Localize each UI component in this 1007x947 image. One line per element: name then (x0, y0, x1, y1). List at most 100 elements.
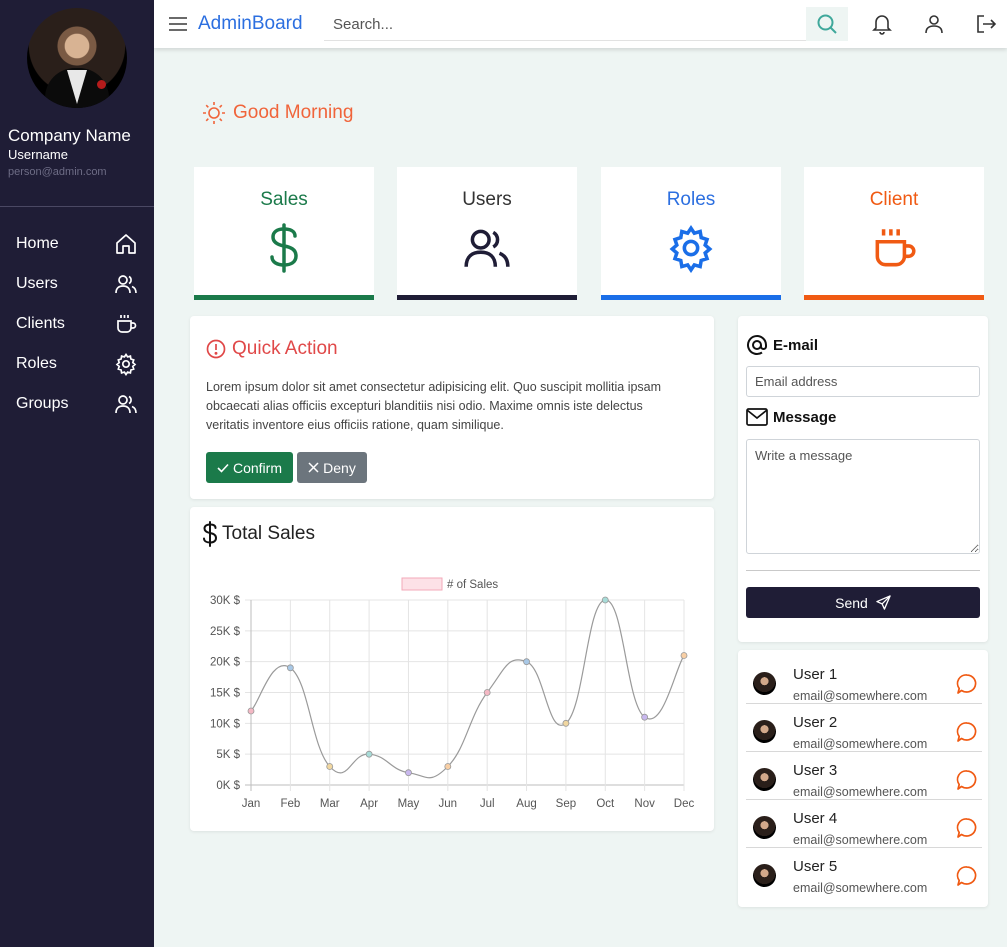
data-point (680, 652, 688, 659)
dollar-icon (270, 223, 298, 273)
company-name: Company Name (8, 126, 131, 145)
search-icon (817, 14, 837, 34)
list-item[interactable]: User 4 email@somewhere.com (746, 800, 982, 848)
search-button[interactable] (806, 7, 848, 41)
email-field[interactable] (746, 366, 980, 397)
avatar (753, 672, 776, 695)
sidebar-item-roles[interactable]: Roles (0, 344, 154, 384)
user-name: User 3 (793, 762, 838, 779)
x-tick-label: Jun (439, 798, 458, 810)
quick-action-title-text: Quick Action (232, 338, 338, 359)
sidebar-item-clients[interactable]: Clients (0, 304, 154, 344)
avatar (753, 816, 776, 839)
at-icon (747, 335, 767, 355)
quick-action-panel: Quick Action Lorem ipsum dolor sit amet … (190, 316, 714, 499)
sidebar-item-users[interactable]: Users (0, 264, 154, 304)
data-point (286, 664, 294, 672)
message-field[interactable] (746, 439, 980, 554)
series-line (250, 599, 685, 779)
x-tick-label: Dec (674, 798, 695, 810)
data-point (247, 707, 255, 715)
list-item[interactable]: User 2 email@somewhere.com (746, 704, 982, 752)
sidebar-item-label: Clients (16, 315, 65, 332)
sidebar-item-home[interactable]: Home (0, 224, 154, 264)
list-item[interactable]: User 5 email@somewhere.com (746, 848, 982, 896)
topbar: AdminBoard (154, 0, 1007, 48)
users-icon (115, 275, 137, 294)
home-icon (116, 234, 136, 254)
greeting: Good Morning (202, 101, 353, 125)
chat-icon[interactable] (956, 817, 978, 839)
card-users[interactable]: Users (397, 167, 577, 300)
confirm-button[interactable]: Confirm (206, 452, 293, 483)
check-icon (217, 463, 229, 473)
user-name: User 2 (793, 714, 838, 731)
gear-icon (669, 225, 713, 273)
data-point (601, 596, 609, 604)
x-tick-label: May (398, 798, 420, 810)
list-item[interactable]: User 3 email@somewhere.com (746, 752, 982, 800)
chat-icon[interactable] (956, 721, 978, 743)
sidebar-item-label: Users (16, 275, 58, 292)
send-button[interactable]: Send (746, 587, 980, 618)
menu-icon[interactable] (168, 14, 188, 34)
card-accent-bar (194, 295, 374, 300)
user-email: email@somewhere.com (793, 881, 928, 895)
x-tick-label: Jul (480, 798, 495, 810)
greeting-text: Good Morning (233, 102, 354, 123)
logout-icon[interactable] (975, 13, 997, 35)
sun-icon (203, 102, 225, 124)
y-tick-label: 20K $ (210, 657, 241, 669)
user-email: email@somewhere.com (793, 833, 928, 847)
avatar (753, 864, 776, 887)
card-client[interactable]: Client (804, 167, 984, 300)
user-name: User 1 (793, 666, 838, 683)
profile-avatar[interactable] (27, 8, 127, 108)
card-roles[interactable]: Roles (601, 167, 781, 300)
legend-swatch (401, 577, 443, 591)
gear-icon (115, 352, 137, 376)
email-label-text: E-mail (773, 336, 819, 354)
legend-label: # of Sales (447, 579, 498, 591)
user-icon[interactable] (924, 13, 944, 35)
card-title: Sales (260, 189, 308, 210)
card-title: Users (462, 189, 512, 210)
message-label: Message (746, 408, 836, 426)
form-divider (746, 570, 980, 571)
alert-icon (206, 339, 226, 359)
avatar (753, 720, 776, 743)
brand-title[interactable]: AdminBoard (198, 13, 303, 35)
sidebar-item-groups[interactable]: Groups (0, 384, 154, 424)
user-email: person@admin.com (8, 166, 107, 178)
y-tick-label: 0K $ (216, 780, 240, 792)
sidebar-divider (0, 206, 154, 207)
card-title: Client (869, 189, 919, 210)
search-input[interactable] (324, 9, 846, 41)
card-sales[interactable]: Sales (194, 167, 374, 300)
email-label: E-mail (746, 334, 818, 356)
message-panel: E-mail Message Send (738, 316, 988, 642)
list-item[interactable]: User 1 email@somewhere.com (746, 656, 982, 704)
y-tick-label: 5K $ (216, 749, 240, 761)
data-point (405, 769, 412, 777)
users-icon (464, 229, 510, 267)
user-email: email@somewhere.com (793, 689, 928, 703)
card-title: Roles (666, 189, 716, 210)
send-label: Send (835, 594, 868, 611)
bell-icon[interactable] (872, 13, 892, 35)
data-point (365, 750, 373, 758)
card-accent-bar (397, 295, 577, 300)
y-tick-label: 10K $ (210, 718, 241, 730)
chat-icon[interactable] (956, 865, 978, 887)
message-label-text: Message (773, 408, 837, 426)
total-sales-panel: Total Sales 30K $25K $20K $15K $10K $5K … (190, 507, 714, 831)
chat-icon[interactable] (956, 673, 978, 695)
user-name: User 5 (793, 858, 838, 875)
x-tick-label: Apr (360, 798, 378, 810)
sidebar-item-label: Roles (16, 355, 57, 372)
envelope-icon (746, 408, 768, 426)
chat-icon[interactable] (956, 769, 978, 791)
x-tick-label: Mar (320, 798, 340, 810)
deny-button[interactable]: Deny (297, 452, 367, 483)
sidebar: Company Name Username person@admin.com H… (0, 0, 154, 947)
